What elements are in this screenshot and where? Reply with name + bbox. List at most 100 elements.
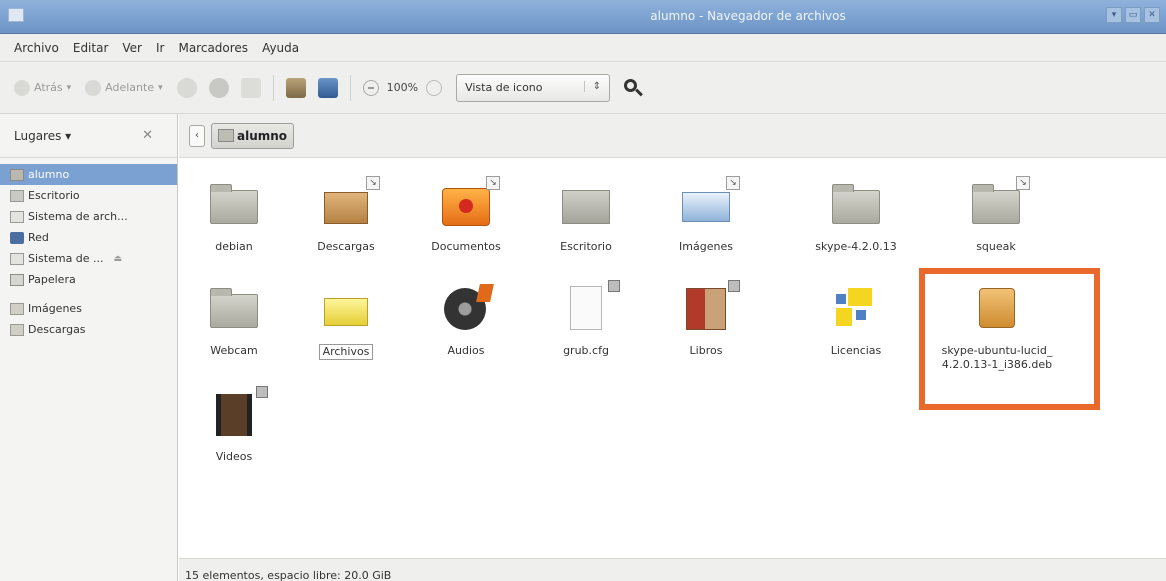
folder-icon: [10, 302, 24, 315]
view-mode-select[interactable]: Vista de icono ⇕: [456, 73, 611, 102]
stop-icon[interactable]: [208, 77, 229, 98]
archive-folder-icon: [318, 282, 374, 334]
file-label: Documentos: [431, 240, 501, 253]
menu-editar[interactable]: Editar: [73, 41, 109, 55]
forward-dropdown-icon[interactable]: ▾: [158, 83, 163, 93]
menu-archivo[interactable]: Archivo: [14, 41, 59, 55]
sidebar-item-label: Descargas: [28, 323, 86, 336]
forward-button[interactable]: Adelante ▾: [85, 79, 163, 96]
sidebar-item-label: alumno: [28, 168, 70, 181]
file-item-webcam[interactable]: Webcam: [184, 282, 284, 358]
zoom-reset-icon[interactable]: [426, 79, 443, 96]
sidebar-item-label: Escritorio: [28, 189, 80, 202]
file-item-debian[interactable]: debian: [184, 178, 284, 254]
file-label: debian: [215, 240, 253, 253]
license-folder-icon: [828, 282, 884, 334]
sidebar-item-papelera[interactable]: Papelera: [0, 269, 177, 290]
desktop-icon: [10, 189, 24, 202]
toolbar: Atrás ▾ Adelante ▾ 100% Vista de icono ⇕: [0, 62, 1166, 114]
toolbar-separator: [272, 74, 274, 101]
drive-icon: [10, 210, 24, 223]
downloads-folder-icon: ↘: [318, 176, 380, 230]
computer-icon[interactable]: [317, 77, 338, 98]
sidebar: Lugares ▾ ✕ alumno Escritorio Sistema de…: [0, 114, 178, 581]
sidebar-item-escritorio[interactable]: Escritorio: [0, 185, 177, 206]
reload-icon[interactable]: [240, 77, 261, 98]
select-arrows-icon: ⇕: [583, 80, 601, 92]
file-item-imagenes[interactable]: ↘ Imágenes: [656, 176, 756, 254]
file-label: Audios: [447, 344, 485, 357]
path-bar: ‹ alumno: [179, 114, 1166, 158]
file-label: Videos: [215, 450, 253, 463]
toolbar-separator: [349, 74, 351, 101]
file-item-videos[interactable]: Videos: [184, 386, 284, 464]
sidebar-item-red[interactable]: Red: [0, 227, 177, 248]
sidebar-item-imagenes[interactable]: Imágenes: [0, 298, 177, 319]
path-back-button[interactable]: ‹: [189, 124, 205, 147]
file-item-skype-folder[interactable]: skype-4.2.0.13: [806, 178, 906, 254]
file-label: Webcam: [210, 344, 258, 357]
sidebar-header: Lugares ▾ ✕: [0, 114, 177, 158]
file-label: Licencias: [830, 344, 882, 357]
folder-icon: [206, 178, 262, 230]
file-label: Archivos: [318, 344, 374, 360]
file-item-libros[interactable]: Libros: [656, 280, 756, 358]
sidebar-item-volume[interactable]: Sistema de ... ⏏: [0, 248, 177, 269]
desktop-folder-icon: [558, 178, 614, 230]
file-item-archivos[interactable]: Archivos: [296, 282, 396, 360]
trash-icon: [10, 273, 24, 286]
menu-ayuda[interactable]: Ayuda: [262, 41, 299, 55]
forward-label: Adelante: [105, 81, 155, 94]
sidebar-close-icon[interactable]: ✕: [142, 128, 153, 143]
home-icon: [10, 168, 24, 181]
title-bar: alumno - Navegador de archivos ▾ ▭ ✕: [0, 0, 1166, 34]
file-label: squeak: [976, 240, 1016, 253]
sidebar-item-alumno[interactable]: alumno: [0, 164, 177, 185]
eject-icon[interactable]: ⏏: [114, 254, 123, 264]
drive-icon: [10, 252, 24, 265]
file-item-grub-cfg[interactable]: grub.cfg: [536, 280, 636, 358]
window-title: alumno - Navegador de archivos: [650, 9, 846, 23]
up-arrow-icon[interactable]: [176, 77, 197, 98]
file-item-licencias[interactable]: Licencias: [806, 282, 906, 358]
back-arrow-icon: [14, 79, 30, 96]
file-item-squeak[interactable]: ↘ squeak: [946, 176, 1046, 254]
menu-marcadores[interactable]: Marcadores: [178, 41, 248, 55]
pictures-folder-icon: ↘: [678, 176, 740, 230]
books-folder-icon: [678, 280, 740, 334]
back-button[interactable]: Atrás ▾: [14, 79, 72, 96]
zoom-out-icon[interactable]: [362, 79, 379, 96]
close-button[interactable]: ✕: [1144, 7, 1160, 23]
back-dropdown-icon[interactable]: ▾: [67, 83, 72, 93]
file-item-audios[interactable]: Audios: [416, 282, 516, 358]
menu-ver[interactable]: Ver: [122, 41, 142, 55]
file-item-escritorio[interactable]: Escritorio: [536, 178, 636, 254]
file-label: Imágenes: [679, 240, 733, 253]
view-mode-value: Vista de icono: [465, 81, 543, 94]
home-folder-icon[interactable]: [285, 77, 306, 98]
minimize-button[interactable]: ▾: [1106, 7, 1122, 23]
network-icon: [10, 231, 24, 244]
folder-icon: ↘: [968, 176, 1030, 230]
file-item-descargas[interactable]: ↘ Descargas: [296, 176, 396, 254]
audio-folder-icon: [438, 282, 494, 334]
status-bar: 15 elementos, espacio libre: 20.0 GiB: [179, 558, 1166, 581]
sidebar-item-label: Imágenes: [28, 302, 82, 315]
search-icon[interactable]: [622, 77, 644, 99]
file-label: Libros: [689, 344, 723, 357]
breadcrumb-alumno[interactable]: alumno: [211, 122, 295, 149]
breadcrumb-label: alumno: [237, 128, 288, 143]
places-dropdown[interactable]: Lugares ▾: [14, 129, 71, 143]
sidebar-item-label: Sistema de arch...: [28, 210, 128, 223]
maximize-button[interactable]: ▭: [1125, 7, 1141, 23]
folder-icon: [828, 178, 884, 230]
documents-folder-icon: ↘: [438, 176, 500, 230]
sidebar-item-filesystem[interactable]: Sistema de arch...: [0, 206, 177, 227]
file-label: skype-4.2.0.13: [815, 240, 897, 253]
menu-ir[interactable]: Ir: [156, 41, 164, 55]
sidebar-item-label: Papelera: [28, 273, 76, 286]
file-item-documentos[interactable]: ↘ Documentos: [416, 176, 516, 254]
menu-bar: Archivo Editar Ver Ir Marcadores Ayuda: [0, 34, 1166, 62]
forward-arrow-icon: [85, 79, 102, 96]
sidebar-item-descargas[interactable]: Descargas: [0, 319, 177, 340]
